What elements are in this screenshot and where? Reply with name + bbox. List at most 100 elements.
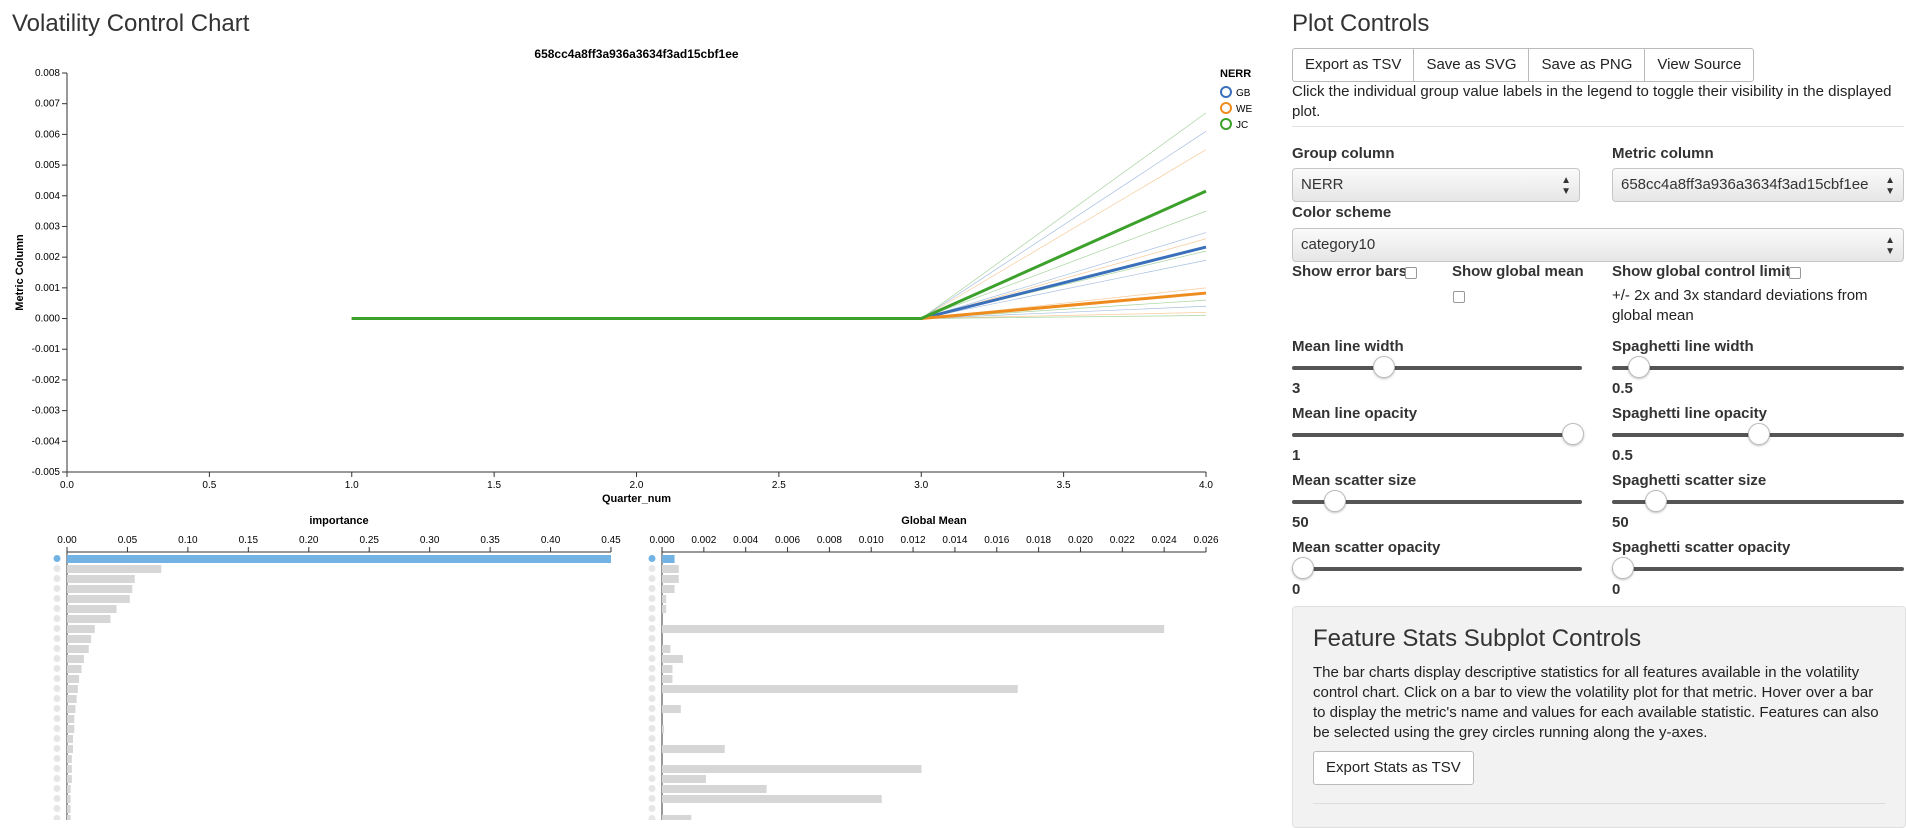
global-mean-select-circle[interactable] [648,585,656,592]
importance-select-circle[interactable] [53,815,61,820]
global-mean-bar[interactable] [662,655,683,663]
spaghetti-scatter-size-slider-handle[interactable] [1644,490,1667,512]
spaghetti-scatter-opacity-slider[interactable] [1612,567,1904,571]
spaghetti-line-width-slider[interactable] [1612,366,1904,370]
global-mean-select-circle[interactable] [648,765,656,772]
show-global-control-limits-checkbox[interactable] [1789,267,1801,279]
global-mean-select-circle[interactable] [648,615,656,622]
global-mean-select-circle[interactable] [648,595,656,602]
global-mean-bar[interactable] [662,775,706,783]
global-mean-select-circle[interactable] [648,625,656,632]
global-mean-select-circle[interactable] [648,565,656,572]
importance-select-circle[interactable] [53,745,61,752]
importance-bar[interactable] [67,555,611,563]
importance-bar[interactable] [67,775,72,783]
importance-bar[interactable] [67,615,111,623]
global-mean-bar[interactable] [662,595,667,603]
metric-column-select[interactable]: 658cc4a8ff3a936a3634f3ad15cbf1ee ▲ ▼ [1612,168,1904,202]
importance-select-circle[interactable] [53,595,61,602]
importance-bar-chart[interactable]: importance 0.00 0.05 0.10 0.15 0.20 0.25 0.30 0.… [0,510,640,820]
importance-select-circle[interactable] [53,765,61,772]
global-mean-bar[interactable] [662,745,725,753]
global-mean-select-circle[interactable] [648,805,656,812]
importance-select-circle[interactable] [53,615,61,622]
global-mean-bar[interactable] [662,625,1165,633]
global-mean-select-circle[interactable] [648,745,656,752]
global-mean-bar[interactable] [662,765,922,773]
save-png-button[interactable]: Save as PNG [1528,48,1646,82]
importance-select-circle[interactable] [53,565,61,572]
global-mean-select-circle[interactable] [648,575,656,582]
importance-bar[interactable] [67,625,95,633]
global-mean-select-circle[interactable] [648,735,656,742]
global-mean-select-circle[interactable] [648,655,656,662]
show-global-mean-checkbox[interactable] [1453,291,1465,303]
color-scheme-select[interactable]: category10 ▲ ▼ [1292,228,1904,262]
global-mean-select-circle[interactable] [648,555,656,562]
importance-bar[interactable] [67,595,130,603]
mean-line-width-slider-handle[interactable] [1373,356,1395,378]
global-mean-bar[interactable] [662,815,692,820]
importance-bar[interactable] [67,605,117,613]
importance-bar[interactable] [67,805,71,813]
importance-select-circle[interactable] [53,735,61,742]
global-mean-bar[interactable] [662,585,675,593]
importance-bar[interactable] [67,655,84,663]
global-mean-bar[interactable] [662,785,767,793]
mean-line-opacity-slider-handle[interactable] [1562,423,1584,445]
global-mean-bar[interactable] [662,665,673,673]
importance-bar[interactable] [67,705,76,713]
global-mean-select-circle[interactable] [648,755,656,762]
global-mean-bar[interactable] [662,705,681,713]
importance-select-circle[interactable] [53,805,61,812]
importance-bar[interactable] [67,665,82,673]
global-mean-select-circle[interactable] [648,705,656,712]
importance-select-circle[interactable] [53,635,61,642]
global-mean-select-circle[interactable] [648,695,656,702]
importance-bar[interactable] [67,635,92,643]
importance-select-circle[interactable] [53,575,61,582]
global-mean-bar[interactable] [662,575,679,583]
importance-select-circle[interactable] [53,775,61,782]
importance-select-circle[interactable] [53,725,61,732]
importance-bar[interactable] [67,755,72,763]
global-mean-select-circle[interactable] [648,725,656,732]
view-source-button[interactable]: View Source [1644,48,1755,82]
mean-line-opacity-slider[interactable] [1292,433,1582,437]
global-mean-bar[interactable] [662,795,882,803]
importance-select-circle[interactable] [53,705,61,712]
importance-bar[interactable] [67,585,133,593]
importance-select-circle[interactable] [53,675,61,682]
legend-label-gb[interactable]: GB [1236,88,1251,99]
global-mean-bar[interactable] [662,675,673,683]
global-mean-select-circle[interactable] [648,685,656,692]
importance-bar[interactable] [67,765,72,773]
global-mean-select-circle[interactable] [648,795,656,802]
global-mean-select-circle[interactable] [648,605,656,612]
importance-bar[interactable] [67,735,74,743]
export-stats-button[interactable]: Export Stats as TSV [1313,751,1474,785]
legend-label-jc[interactable]: JC [1236,120,1248,131]
global-mean-bar[interactable] [662,725,665,733]
global-mean-select-circle[interactable] [648,665,656,672]
importance-bar[interactable] [67,785,71,793]
importance-select-circle[interactable] [53,645,61,652]
global-mean-bar[interactable] [662,645,671,653]
group-column-select[interactable]: NERR ▲ ▼ [1292,168,1580,202]
export-tsv-button[interactable]: Export as TSV [1292,48,1415,82]
importance-select-circle[interactable] [53,795,61,802]
importance-select-circle[interactable] [53,685,61,692]
importance-select-circle[interactable] [53,785,61,792]
importance-bar[interactable] [67,565,162,573]
importance-select-circle[interactable] [53,655,61,662]
importance-select-circle[interactable] [53,555,61,562]
importance-bar[interactable] [67,745,74,753]
mean-scatter-opacity-slider-handle[interactable] [1292,557,1314,579]
importance-select-circle[interactable] [53,715,61,722]
mean-scatter-opacity-slider[interactable] [1292,567,1582,571]
global-mean-select-circle[interactable] [648,675,656,682]
global-mean-bar[interactable] [662,605,667,613]
global-mean-select-circle[interactable] [648,635,656,642]
importance-bar[interactable] [67,715,75,723]
importance-bar[interactable] [67,815,71,820]
